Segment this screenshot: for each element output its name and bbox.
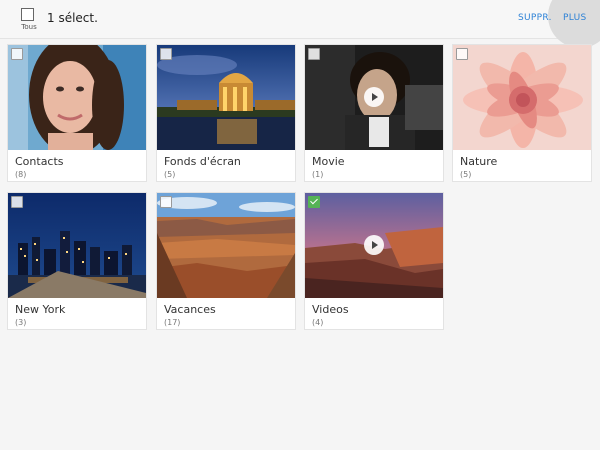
album-card-vacances[interactable]: Vacances (17)	[156, 192, 296, 330]
delete-button[interactable]: SUPPR.	[518, 13, 552, 23]
album-thumbnail	[8, 193, 146, 298]
album-card-nature[interactable]: Nature (5)	[452, 44, 592, 182]
selection-count: 1 sélect.	[47, 11, 98, 25]
album-card-new-york[interactable]: New York (3)	[7, 192, 147, 330]
play-icon	[364, 87, 384, 107]
album-thumbnail	[157, 193, 295, 298]
album-count: (1)	[312, 170, 324, 179]
album-title: Nature	[460, 155, 498, 168]
album-checkbox[interactable]	[308, 48, 320, 60]
album-count: (5)	[460, 170, 472, 179]
album-count: (4)	[312, 318, 324, 327]
album-thumbnail	[157, 45, 295, 150]
album-thumbnail	[453, 45, 591, 150]
album-thumbnail	[8, 45, 146, 150]
album-title: Fonds d'écran	[164, 155, 241, 168]
selection-toolbar: Tous 1 sélect. SUPPR. PLUS	[0, 0, 600, 48]
album-title: Movie	[312, 155, 345, 168]
album-count: (3)	[15, 318, 27, 327]
select-all-label: Tous	[21, 23, 37, 31]
album-title: New York	[15, 303, 66, 316]
album-count: (8)	[15, 170, 27, 179]
album-checkbox[interactable]	[160, 48, 172, 60]
album-title: Vacances	[164, 303, 216, 316]
select-all-checkbox[interactable]: Tous	[17, 7, 41, 33]
album-checkbox[interactable]	[11, 196, 23, 208]
album-title: Contacts	[15, 155, 64, 168]
play-icon	[364, 235, 384, 255]
album-card-contacts[interactable]: Contacts (8)	[7, 44, 147, 182]
album-checkbox-checked[interactable]	[308, 196, 320, 208]
album-count: (17)	[164, 318, 181, 327]
album-checkbox[interactable]	[160, 196, 172, 208]
album-checkbox[interactable]	[11, 48, 23, 60]
more-button-ripple	[548, 0, 600, 48]
album-title: Videos	[312, 303, 349, 316]
album-card-wallpapers[interactable]: Fonds d'écran (5)	[156, 44, 296, 182]
album-card-movie[interactable]: Movie (1)	[304, 44, 444, 182]
album-checkbox[interactable]	[456, 48, 468, 60]
album-count: (5)	[164, 170, 176, 179]
more-button[interactable]: PLUS	[563, 13, 587, 23]
checkbox-icon	[21, 8, 34, 21]
album-card-videos[interactable]: Videos (4)	[304, 192, 444, 330]
